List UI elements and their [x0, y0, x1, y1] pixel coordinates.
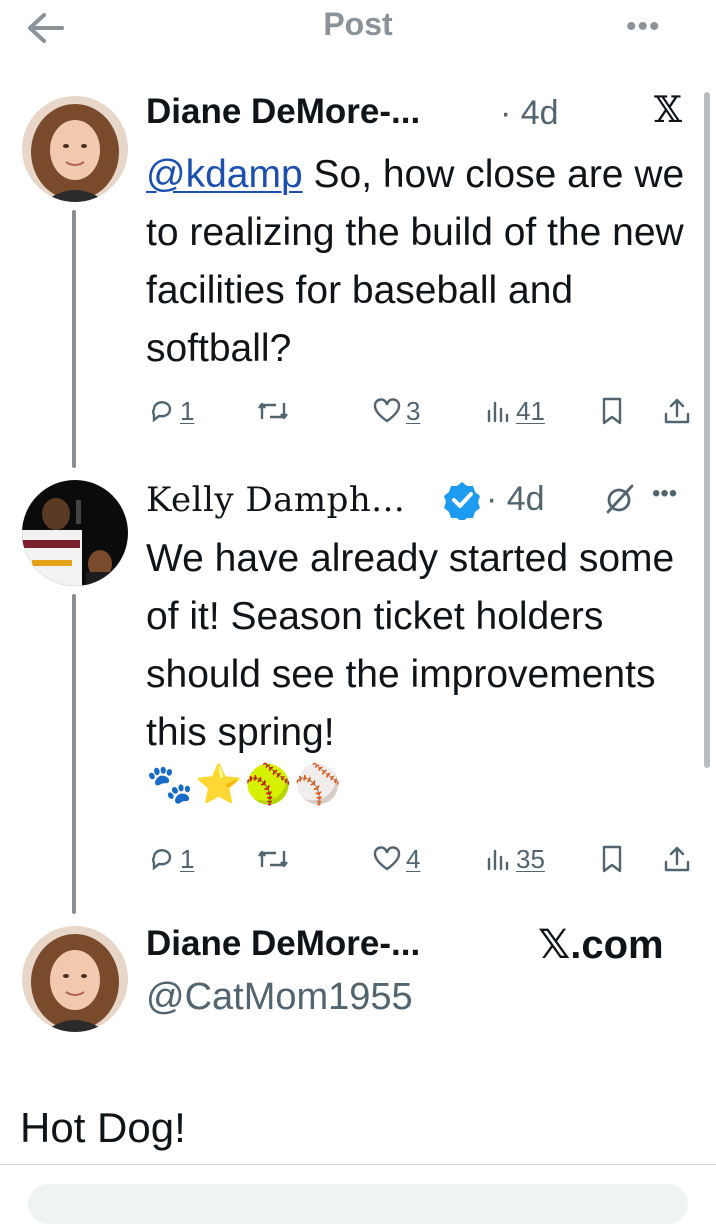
emoji-row: 🐾⭐🥎⚾	[146, 762, 344, 806]
views-count: 35	[516, 843, 545, 874]
author-handle[interactable]: @CatMom1955	[146, 976, 413, 1019]
views-icon	[487, 401, 509, 423]
reply-count: 1	[180, 843, 195, 874]
verified-badge-icon	[444, 482, 480, 520]
heart-icon	[373, 846, 401, 871]
more-horizontal-icon[interactable]: •••	[652, 480, 677, 508]
scrollbar[interactable]	[704, 92, 710, 768]
like-count: 4	[406, 843, 421, 874]
x-logo-icon: 𝕏	[654, 90, 682, 131]
bookmark-icon[interactable]	[598, 844, 626, 874]
divider	[0, 1164, 716, 1165]
heart-icon	[373, 398, 401, 423]
thread-line	[72, 210, 76, 468]
tweet-text: @kdamp So, how close are we to realizing…	[146, 153, 685, 370]
retweet-button[interactable]	[256, 842, 290, 876]
author-name[interactable]: Diane DeMore-...	[146, 92, 420, 132]
reply-icon	[152, 849, 172, 871]
views-button[interactable]: 41	[486, 394, 545, 428]
reply-count: 1	[180, 395, 195, 426]
grok-icon[interactable]	[604, 482, 636, 516]
reply-composer[interactable]	[28, 1184, 688, 1224]
tweet-text: We have already started some of it! Seas…	[146, 537, 675, 754]
author-name[interactable]: Diane DeMore-...	[146, 924, 420, 964]
avatar[interactable]	[22, 926, 128, 1032]
retweet-button[interactable]	[256, 394, 290, 428]
post-text: Hot Dog!	[20, 1104, 186, 1151]
x-com-label: 𝕏.com	[538, 923, 664, 967]
like-count: 3	[406, 395, 421, 426]
timestamp[interactable]: · 4d	[500, 94, 559, 133]
more-horizontal-icon[interactable]: •••	[626, 10, 661, 44]
retweet-icon	[258, 402, 288, 420]
avatar[interactable]	[22, 480, 128, 586]
page-title: Post	[323, 6, 393, 42]
timestamp[interactable]: · 4d	[486, 480, 545, 519]
share-icon[interactable]	[662, 844, 692, 874]
author-name[interactable]: Kelly Damph...	[146, 480, 405, 520]
reply-button[interactable]: 1	[148, 842, 194, 876]
mention-link[interactable]: @kdamp	[146, 153, 303, 196]
avatar[interactable]	[22, 96, 128, 202]
views-button[interactable]: 35	[486, 842, 545, 876]
top-bar: Post •••	[0, 0, 716, 56]
views-count: 41	[516, 395, 545, 426]
thread-line	[72, 594, 76, 914]
reply-icon	[152, 401, 172, 423]
like-button[interactable]: 4	[372, 842, 420, 876]
retweet-icon	[258, 850, 288, 868]
reply-button[interactable]: 1	[148, 394, 194, 428]
like-button[interactable]: 3	[372, 394, 420, 428]
views-icon	[487, 849, 509, 871]
share-icon[interactable]	[662, 396, 692, 426]
bookmark-icon[interactable]	[598, 396, 626, 426]
